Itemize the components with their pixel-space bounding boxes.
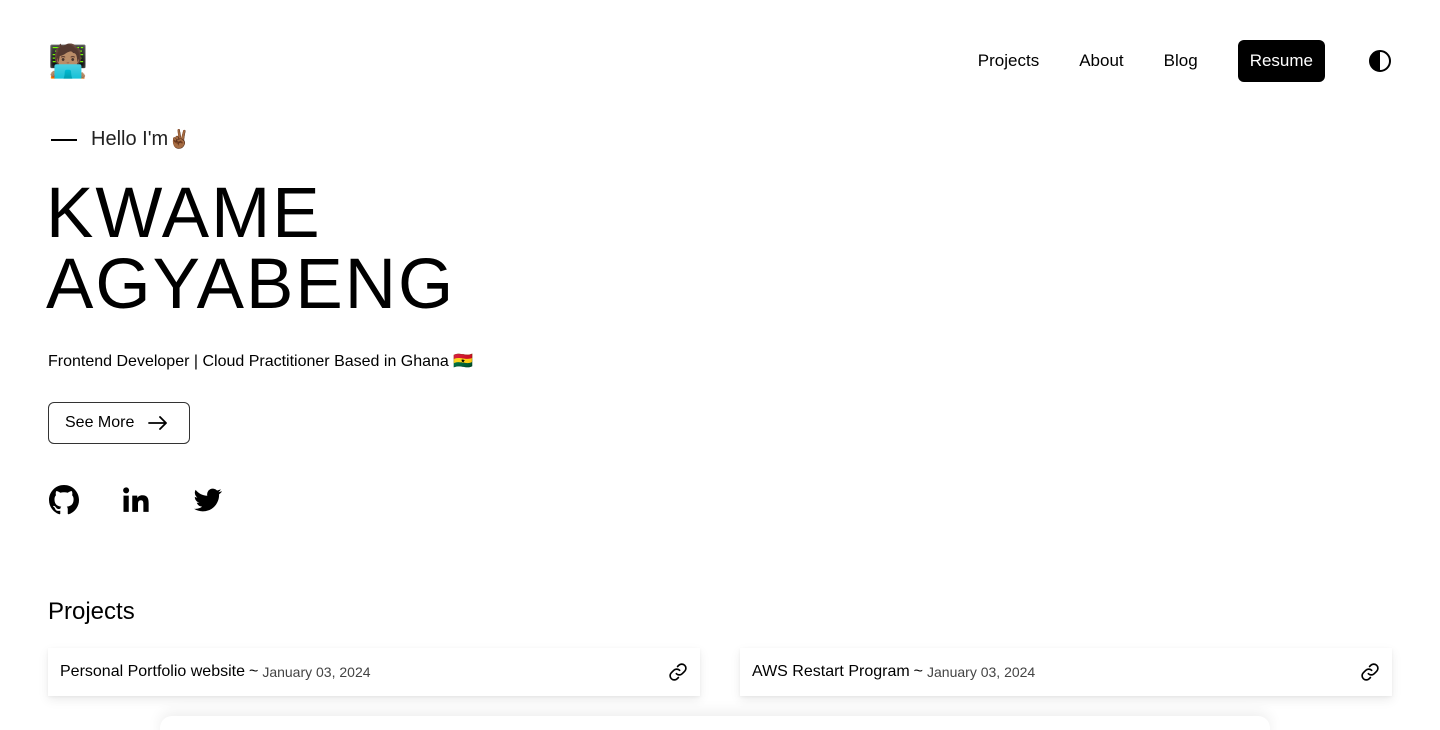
hero-tagline: Frontend Developer | Cloud Practitioner … xyxy=(48,353,474,370)
see-more-label: See More xyxy=(65,414,135,431)
project-date: January 03, 2024 xyxy=(262,664,371,680)
greeting: Hello I'm ✌🏾 xyxy=(48,128,191,151)
see-more-button[interactable]: See More xyxy=(48,402,190,444)
project-separator: ~ xyxy=(248,663,259,680)
hero-first-name: KWAME xyxy=(46,174,322,253)
project-card[interactable]: AWS Restart Program ~ January 03, 2024 xyxy=(740,648,1392,696)
resume-button[interactable]: Resume xyxy=(1237,40,1325,82)
nav-links: Projects About Blog Resume xyxy=(978,40,1392,82)
next-project-card-edge xyxy=(160,716,1270,730)
projects-heading: Projects xyxy=(48,598,135,625)
contrast-icon[interactable] xyxy=(1368,49,1392,73)
peace-emoji-icon: ✌🏾 xyxy=(168,129,191,149)
project-title: AWS Restart Program xyxy=(752,663,910,680)
project-date: January 03, 2024 xyxy=(927,664,1036,680)
project-separator: ~ xyxy=(913,663,924,680)
hero-name: KWAME AGYABENG xyxy=(46,178,455,320)
hero-last-name: AGYABENG xyxy=(46,245,456,324)
greeting-text: Hello I'm xyxy=(91,128,169,150)
nav-link-projects[interactable]: Projects xyxy=(978,51,1039,71)
top-nav: 🧑🏽‍💻 Projects About Blog Resume xyxy=(0,0,1440,122)
project-card[interactable]: Personal Portfolio website ~ January 03,… xyxy=(48,648,700,696)
project-title: Personal Portfolio website xyxy=(60,663,245,680)
arrow-right-icon xyxy=(148,416,168,430)
social-links xyxy=(48,484,264,516)
nav-link-blog[interactable]: Blog xyxy=(1164,51,1198,71)
link-icon[interactable] xyxy=(668,662,688,682)
twitter-icon[interactable] xyxy=(192,484,224,516)
logo-emoji[interactable]: 🧑🏽‍💻 xyxy=(48,42,88,80)
greeting-dash xyxy=(51,138,77,141)
github-icon[interactable] xyxy=(48,484,80,516)
nav-link-about[interactable]: About xyxy=(1079,51,1123,71)
linkedin-icon[interactable] xyxy=(120,484,152,516)
link-icon[interactable] xyxy=(1360,662,1380,682)
